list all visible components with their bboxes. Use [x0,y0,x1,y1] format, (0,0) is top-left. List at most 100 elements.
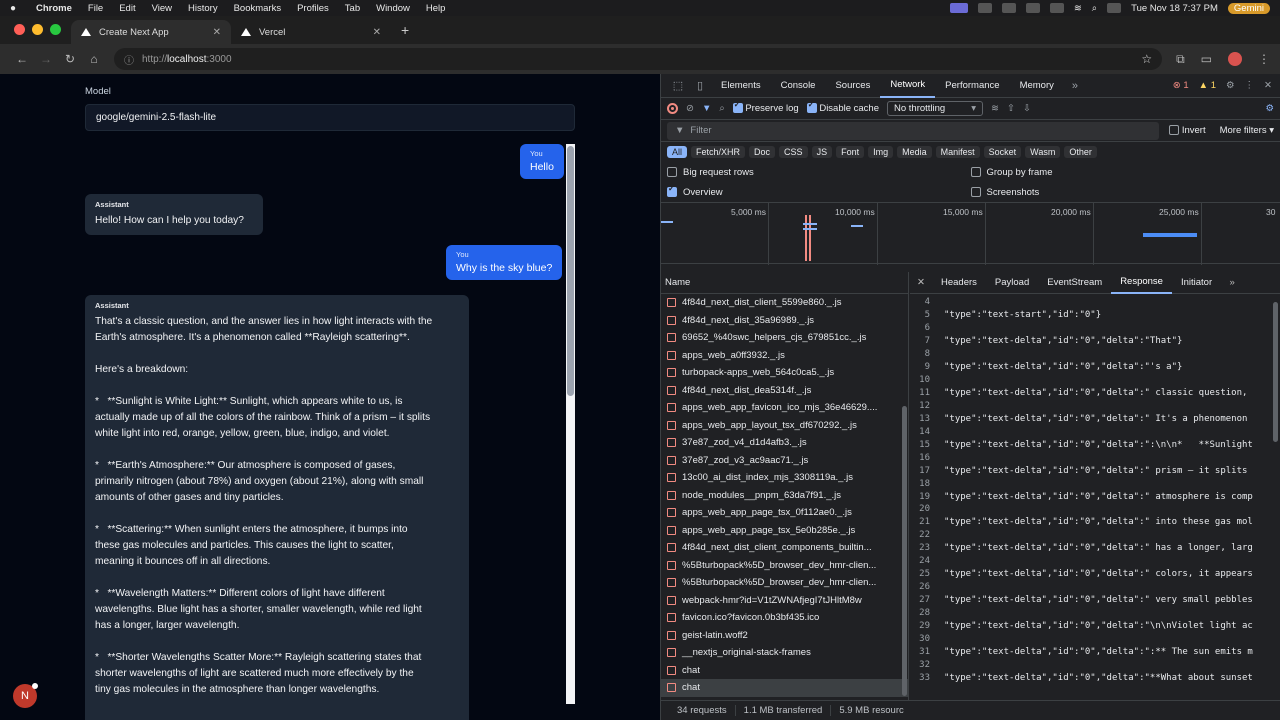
screenshots-checkbox[interactable] [970,187,981,197]
bookmark-star-icon[interactable]: ☆ [1141,52,1152,66]
clock[interactable]: Tue Nov 18 7:37 PM [1131,3,1218,14]
scrollbar-thumb[interactable] [902,406,907,696]
request-row[interactable]: 4f84d_next_dist_client_5599e860._.js [661,294,908,312]
type-other[interactable]: Other [1064,146,1097,158]
disable-cache-checkbox[interactable]: Disable cache [806,100,879,114]
search-icon[interactable]: ⌕ [1092,3,1097,14]
network-overview-timeline[interactable]: 5,000 ms 10,000 ms 15,000 ms 20,000 ms 2… [661,202,1280,265]
preserve-log-checkbox[interactable]: Preserve log [732,100,799,114]
request-row[interactable]: apps_web_app_layout_tsx_df670292._.js [661,417,908,435]
search-icon[interactable]: ⌕ [719,103,724,114]
export-har-icon[interactable]: ⇩ [1023,103,1031,114]
tab-network[interactable]: Network [880,74,936,98]
status-icon-focus[interactable] [1001,3,1016,13]
menu-view[interactable]: View [152,3,172,14]
forward-arrow-icon[interactable]: → [34,52,58,66]
tab-response[interactable]: Response [1111,272,1172,294]
tab-initiator[interactable]: Initiator [1172,272,1221,294]
type-media[interactable]: Media [897,146,932,158]
network-conditions-icon[interactable]: ≋ [991,103,999,114]
request-row[interactable]: 13c00_ai_dist_index_mjs_3308119a._.js [661,469,908,487]
throttling-select[interactable]: No throttling ▾ [887,101,983,116]
settings-gear-icon[interactable]: ⚙ [1226,80,1235,91]
response-body[interactable]: 4 5 "type":"text-start","id":"0"} 6 7 "type":… [910,296,1280,696]
status-icon-cloud[interactable] [1049,3,1064,13]
request-row[interactable]: turbopack-apps_web_564c0ca5._.js [661,364,908,382]
status-icon-camera[interactable] [977,3,992,13]
new-tab-button[interactable]: + [391,22,419,44]
type-js[interactable]: JS [811,146,833,158]
chat-scrollbar[interactable] [566,144,575,704]
devtools-menu-icon[interactable]: ⋮ [1245,80,1255,91]
record-icon[interactable] [667,103,678,114]
apple-menu-icon[interactable]: ● [10,3,24,14]
overview-checkbox[interactable] [667,184,677,197]
scrollbar-thumb[interactable] [567,146,574,396]
menu-kebab-icon[interactable]: ⋮ [1258,52,1270,66]
minimize-window-button[interactable] [32,24,43,35]
menu-tab[interactable]: Tab [345,3,360,14]
home-icon[interactable]: ⌂ [82,52,106,66]
group-by-frame-checkbox[interactable] [970,167,981,177]
close-devtools-icon[interactable]: ✕ [1264,80,1272,91]
request-row[interactable]: 37e87_zod_v4_d1d4afb3._.js [661,434,908,452]
inspect-element-icon[interactable]: ⬚ [667,79,689,92]
error-count-icon[interactable]: ⊗ 1 [1173,80,1189,91]
request-row[interactable]: __nextjs_original-stack-frames [661,644,908,662]
request-row[interactable]: apps_web_app_page_tsx_0f112ae0._.js [661,504,908,522]
request-row[interactable]: %5Bturbopack%5D_browser_dev_hmr-clien... [661,574,908,592]
type-socket[interactable]: Socket [983,146,1022,158]
type-manifest[interactable]: Manifest [935,146,980,158]
tab-elements[interactable]: Elements [711,74,771,98]
close-window-button[interactable] [14,24,25,35]
more-filters-dropdown[interactable]: More filters ▾ [1220,125,1274,136]
request-row[interactable]: 4f84d_next_dist_35a96989._.js [661,312,908,330]
request-row[interactable]: chat [661,679,908,697]
big-rows-checkbox[interactable] [667,167,677,177]
request-list-scrollbar[interactable] [902,296,908,696]
address-input[interactable]: ⓘ http://localhost:3000 ☆ [114,48,1163,70]
reload-icon[interactable]: ↻ [58,52,82,66]
request-row[interactable]: chat [661,662,908,680]
request-row[interactable]: apps_web_app_page_tsx_5e0b285e._.js [661,522,908,540]
tab-performance[interactable]: Performance [935,74,1009,98]
type-all[interactable]: All [667,146,688,158]
device-toolbar-icon[interactable]: ▯ [689,79,711,92]
type-wasm[interactable]: Wasm [1025,146,1061,158]
screen-record-icon[interactable] [949,3,968,13]
request-row[interactable]: %5Bturbopack%5D_browser_dev_hmr-clien... [661,557,908,575]
request-row[interactable]: geist-latin.woff2 [661,627,908,645]
tab-payload[interactable]: Payload [986,272,1038,294]
response-scrollbar[interactable] [1273,302,1278,692]
tab-eventstream[interactable]: EventStream [1038,272,1111,294]
back-arrow-icon[interactable]: ← [10,52,34,66]
request-row[interactable]: 4f84d_next_dist_client_components_builti… [661,539,908,557]
tab-memory[interactable]: Memory [1010,74,1064,98]
request-row[interactable]: node_modules__pnpm_63da7f91._.js [661,487,908,505]
tab-create-next-app[interactable]: Create Next App ✕ [71,20,231,44]
menu-app-name[interactable]: Chrome [36,3,72,14]
type-img[interactable]: Img [868,146,894,158]
filter-funnel-icon[interactable]: ▼ [702,103,711,114]
menu-help[interactable]: Help [426,3,446,14]
menu-window[interactable]: Window [376,3,410,14]
zoom-window-button[interactable] [50,24,61,35]
close-tab-icon[interactable]: ✕ [213,27,221,38]
status-icon-battery[interactable] [1025,3,1040,13]
close-tab-icon[interactable]: ✕ [373,27,381,38]
tab-console[interactable]: Console [771,74,826,98]
site-info-icon[interactable]: ⓘ [124,52,134,67]
request-row[interactable]: webpack-hmr?id=V1tZWNAfjegI7tJHltM8w [661,592,908,610]
tab-sources[interactable]: Sources [825,74,880,98]
cast-icon[interactable]: ▭ [1201,52,1212,66]
type-font[interactable]: Font [836,146,865,158]
request-row[interactable]: 37e87_zod_v3_ac9aac71._.js [661,452,908,470]
menu-edit[interactable]: Edit [119,3,135,14]
name-column-header[interactable]: Name [661,272,908,294]
more-tabs-chevron-icon[interactable]: » [1064,80,1086,92]
control-center-icon[interactable] [1107,3,1122,13]
request-row[interactable]: favicon.ico?favicon.0b3bf435.ico [661,609,908,627]
more-tabs-chevron-icon[interactable]: » [1221,277,1243,288]
filter-input[interactable]: ▼ Filter [667,121,1160,140]
network-settings-icon[interactable]: ⚙ [1265,103,1274,114]
